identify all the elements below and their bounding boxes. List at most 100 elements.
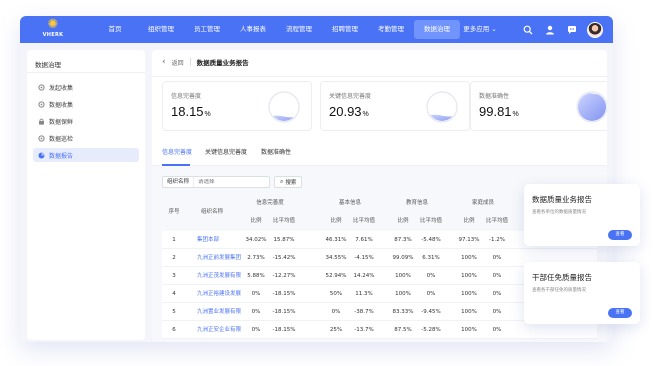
table-cell: 11.3% — [355, 291, 373, 297]
org-link[interactable]: 九洲正安企业有限 — [197, 321, 245, 339]
table-cell: 34.02% — [245, 237, 267, 243]
table-cell: 87.3% — [394, 237, 412, 243]
nav-icons — [511, 16, 603, 43]
org-filter: 组织名称 — [162, 176, 270, 188]
org-link[interactable]: 九洲正前发展集团 — [197, 249, 245, 267]
float-card-business-report[interactable]: 数据质量业务报告 查看各单位的数据质量情况 查看 — [524, 184, 640, 246]
table-cell: -1.2% — [489, 237, 505, 243]
user-icon[interactable] — [544, 24, 555, 35]
stat-number: 20.93 — [329, 104, 362, 119]
stat-label: 信息完善度 — [171, 93, 202, 100]
search-button-label: 搜索 — [285, 180, 297, 186]
sidebar-item-label: 发起收集 — [49, 84, 74, 92]
sidebar-item-initiate-collect[interactable]: 发起收集 — [33, 80, 139, 94]
view-button[interactable]: 查看 — [608, 230, 632, 240]
table-cell: 0% — [251, 291, 261, 297]
sidebar-item-data-collect[interactable]: 数据收集 — [33, 97, 139, 111]
group-header-info: 信息完善度 — [256, 200, 284, 206]
brand-logo[interactable]: ✺ VHERK — [38, 18, 68, 41]
table-cell: 52.94% — [325, 273, 347, 279]
table-cell: 2.73% — [247, 255, 265, 261]
row-index: 2 — [172, 255, 176, 261]
table-cell: -18.15% — [272, 327, 296, 333]
nav-item-data-governance[interactable]: 数据治理 — [414, 20, 460, 39]
table-cell: 83.33% — [392, 309, 414, 315]
table-cell: 0% — [251, 309, 261, 315]
float-card-desc: 查看各单位的数据质量情况 — [532, 210, 586, 215]
top-nav: ✺ VHERK 首页 组织管理 员工管理 人事报表 流程管理 招聘管理 考勤管理… — [20, 16, 613, 43]
org-link[interactable]: 九洲置业发展有限 — [197, 303, 245, 321]
filter-row: 组织名称 ⌕ 搜索 — [162, 176, 303, 188]
col-header-ratio: 比例 — [463, 218, 475, 224]
org-select-input[interactable] — [194, 179, 255, 185]
table-cell: 100% — [395, 273, 411, 279]
nav-item-hr-report[interactable]: 人事报表 — [230, 16, 276, 43]
table-cell: 97.13% — [458, 237, 480, 243]
nav-items: 首页 组织管理 员工管理 人事报表 流程管理 招聘管理 考勤管理 数据治理 更多… — [92, 16, 500, 43]
stat-number: 18.15 — [171, 104, 204, 119]
float-card-title: 干部任免质量报告 — [532, 273, 592, 282]
search-icon[interactable] — [522, 24, 533, 35]
org-link[interactable]: 九洲正茂发展有限 — [197, 267, 245, 285]
tab-bar: 信息完善度 关键信息完善度 数据准确性 — [152, 140, 607, 166]
gear-icon — [38, 100, 45, 108]
table-cell: 6.31% — [422, 255, 440, 261]
stat-value: 99.81% — [479, 104, 519, 119]
avatar[interactable] — [587, 21, 603, 38]
sidebar-item-label: 数据巡检 — [49, 135, 74, 143]
table-cell: -9.45% — [421, 309, 441, 315]
nav-item-attendance[interactable]: 考勤管理 — [368, 16, 414, 43]
nav-item-org[interactable]: 组织管理 — [138, 16, 184, 43]
tab-underline — [162, 164, 190, 166]
table-cell: 15.87% — [273, 237, 295, 243]
col-header-ratio: 比例 — [330, 218, 342, 224]
table-cell: 100% — [461, 273, 477, 279]
float-card-title: 数据质量业务报告 — [532, 195, 592, 204]
logo-text: VHERK — [42, 32, 64, 38]
nav-more-label: 更多应用 — [463, 25, 490, 33]
tab-key-info-completeness[interactable]: 关键信息完善度 — [205, 140, 247, 166]
sidebar-item-label: 数据报告 — [49, 152, 74, 160]
tab-accuracy[interactable]: 数据准确性 — [261, 140, 291, 166]
chat-icon[interactable] — [566, 24, 577, 35]
nav-item-home[interactable]: 首页 — [92, 16, 138, 43]
stat-card-accuracy: 数据准确性 99.81% — [470, 81, 607, 131]
sidebar-item-data-report[interactable]: 数据报告 — [33, 148, 139, 162]
sidebar-title: 数据治理 — [35, 61, 61, 69]
row-index: 5 — [172, 309, 176, 315]
view-button[interactable]: 查看 — [608, 308, 632, 318]
org-link[interactable]: 九洲正裕建设发展 — [197, 285, 245, 303]
nav-item-process[interactable]: 流程管理 — [276, 16, 322, 43]
nav-item-employee[interactable]: 员工管理 — [184, 16, 230, 43]
float-card-desc: 查看各干部任免的质量情况 — [532, 288, 586, 293]
nav-item-more[interactable]: 更多应用 ⌄ — [460, 16, 500, 43]
nav-item-recruit[interactable]: 招聘管理 — [322, 16, 368, 43]
sidebar-divider — [27, 72, 145, 73]
row-index: 3 — [172, 273, 176, 279]
tab-info-completeness[interactable]: 信息完善度 — [162, 140, 192, 166]
gauge-icon — [268, 91, 300, 123]
back-link[interactable]: 返回 — [172, 58, 184, 67]
table-cell: 0% — [492, 309, 502, 315]
float-card-cadre-report[interactable]: 干部任免质量报告 查看各干部任免的质量情况 查看 — [524, 262, 640, 324]
col-header-vs-avg: 比平均值 — [352, 218, 375, 224]
sidebar-item-data-inspect[interactable]: 数据巡检 — [33, 131, 139, 145]
stat-value: 18.15% — [171, 104, 211, 119]
chevron-down-icon: ⌄ — [489, 25, 497, 33]
sidebar-item-data-fresh[interactable]: 数据保鲜 — [33, 114, 139, 128]
chart-icon — [38, 152, 45, 159]
stat-unit: % — [512, 111, 519, 118]
org-link[interactable]: 集团本部 — [197, 231, 245, 249]
search-button[interactable]: ⌕ 搜索 — [274, 176, 303, 188]
table-cell: 100% — [461, 291, 477, 297]
search-icon: ⌕ — [280, 178, 284, 185]
chevron-left-icon[interactable]: ‹ — [162, 57, 166, 67]
table-cell: 25% — [329, 327, 343, 333]
row-index: 4 — [172, 291, 176, 297]
group-header-family: 家庭成员 — [471, 200, 494, 206]
table-cell: 0% — [492, 255, 502, 261]
col-header-index: 序号 — [168, 209, 180, 215]
table-cell: -13.7% — [354, 327, 374, 333]
table-cell: 100% — [461, 309, 477, 315]
table-cell: 46.31% — [325, 237, 347, 243]
